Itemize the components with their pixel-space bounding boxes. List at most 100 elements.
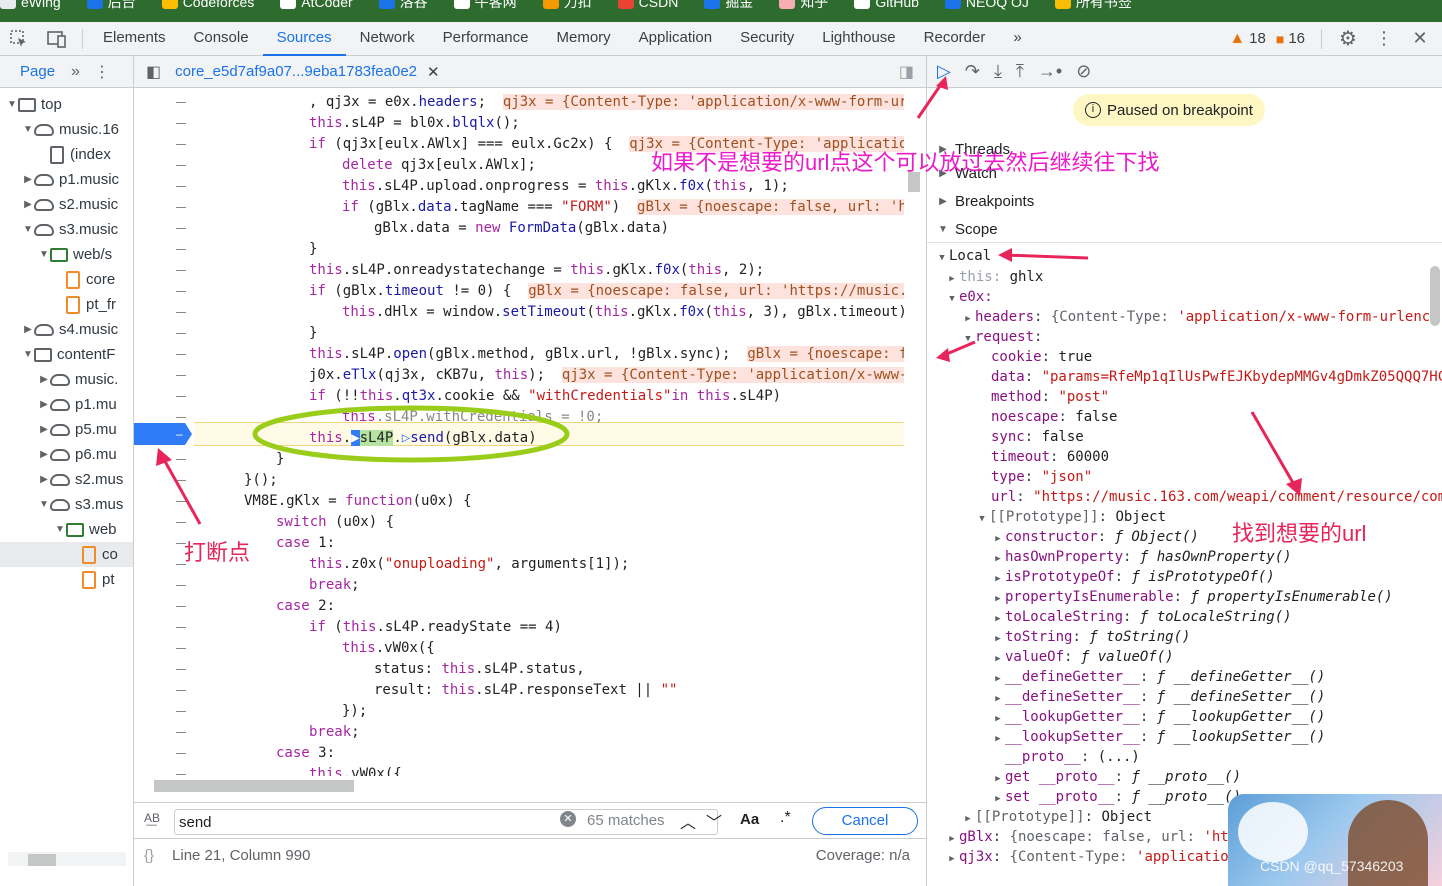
step-icon[interactable]: →• bbox=[1038, 61, 1062, 82]
expanded-arrow-icon[interactable]: ▼ bbox=[22, 224, 34, 235]
close-devtools-icon[interactable]: ✕ bbox=[1404, 22, 1436, 56]
navigator-tab-page[interactable]: Page bbox=[0, 63, 61, 80]
tab-memory[interactable]: Memory bbox=[543, 22, 625, 56]
bookmark-item[interactable]: 力扣 bbox=[542, 0, 592, 12]
tree-item[interactable]: ▶ p5.mu bbox=[0, 417, 133, 442]
collapsed-arrow-icon[interactable]: ▶ bbox=[38, 474, 50, 485]
bookmark-item[interactable]: 掘金 bbox=[704, 0, 753, 12]
gutter-line-mark[interactable] bbox=[176, 501, 186, 502]
expanded-arrow-icon[interactable]: ▼ bbox=[54, 524, 66, 535]
collapsed-arrow-icon[interactable]: ▶ bbox=[38, 399, 50, 410]
code-area[interactable]: , qj3x = e0x.headers; qj3x = {Content-Ty… bbox=[194, 88, 904, 776]
bookmark-item[interactable]: GitHub bbox=[854, 0, 919, 10]
bookmark-item[interactable]: 后台 bbox=[86, 0, 136, 12]
scope-row[interactable]: ▶ headers: {Content-Type: 'application/x-… bbox=[961, 307, 1438, 327]
gutter-line-mark[interactable] bbox=[176, 606, 186, 607]
gutter-line-mark[interactable] bbox=[176, 186, 186, 187]
gutter-line-mark[interactable] bbox=[176, 396, 186, 397]
gutter-line-mark[interactable] bbox=[176, 480, 186, 481]
more-tabs-button[interactable]: » bbox=[999, 22, 1035, 56]
toggle-navigator-icon[interactable]: ◧ bbox=[134, 62, 161, 82]
collapsed-arrow-icon[interactable]: ▶ bbox=[22, 324, 34, 335]
gutter-line-mark[interactable] bbox=[176, 291, 186, 292]
cancel-search-button[interactable]: Cancel bbox=[812, 807, 918, 835]
match-case-toggle-icon[interactable]: A͟B bbox=[144, 811, 160, 825]
scope-row[interactable]: ▶ qj3x: {Content-Type: 'application bbox=[945, 847, 1237, 867]
bookmark-item[interactable]: CSDN bbox=[617, 0, 678, 10]
step-into-icon[interactable]: ⤓ bbox=[994, 61, 1002, 82]
gutter-line-mark[interactable] bbox=[176, 585, 186, 586]
bookmark-item[interactable]: 洛谷 bbox=[378, 0, 428, 12]
scope-row[interactable]: ▶ gBlx: {noescape: false, url: 'htt bbox=[945, 827, 1237, 847]
collapsed-arrow-icon[interactable]: ▶ bbox=[38, 374, 50, 385]
scope-row[interactable]: ▶ __lookupGetter__: ƒ __lookupGetter__() bbox=[991, 707, 1325, 727]
tree-item[interactable]: pt_fr bbox=[0, 292, 133, 317]
gutter-line-mark[interactable] bbox=[176, 648, 186, 649]
expanded-arrow-icon[interactable]: ▼ bbox=[6, 99, 18, 110]
step-over-icon[interactable]: ↷ bbox=[965, 61, 980, 82]
scope-row[interactable]: ▶ toString: ƒ toString() bbox=[991, 627, 1190, 647]
scope-local[interactable]: ▼ Local bbox=[935, 246, 991, 266]
collapsed-arrow-icon[interactable]: ▶ bbox=[22, 174, 34, 185]
expanded-arrow-icon[interactable]: ▼ bbox=[22, 349, 34, 360]
scope-row[interactable]: ▶ __defineGetter__: ƒ __defineGetter__() bbox=[991, 667, 1325, 687]
gutter-line-mark[interactable] bbox=[176, 669, 186, 670]
tree-item[interactable]: ▶ s2.music bbox=[0, 192, 133, 217]
gutter-line-mark[interactable] bbox=[176, 165, 186, 166]
resume-icon[interactable]: ▷ bbox=[937, 61, 951, 82]
gutter-line-mark[interactable] bbox=[176, 354, 186, 355]
editor-horizontal-scrollbar[interactable] bbox=[142, 778, 902, 792]
settings-gear-icon[interactable]: ⚙ bbox=[1332, 22, 1364, 56]
bookmark-item[interactable]: AtCoder bbox=[280, 0, 353, 10]
pretty-print-icon[interactable]: {} bbox=[134, 847, 154, 864]
errors-badge[interactable]: ▲ 18 bbox=[1229, 30, 1266, 48]
bookmark-item[interactable]: 所有书签 bbox=[1054, 0, 1132, 12]
section-scope[interactable]: ▼ Scope bbox=[937, 216, 998, 242]
gutter-line-mark[interactable] bbox=[176, 270, 186, 271]
expanded-arrow-icon[interactable]: ▼ bbox=[38, 249, 50, 260]
tree-item[interactable]: ▶ s4.music bbox=[0, 317, 133, 342]
tree-item[interactable]: pt bbox=[0, 567, 133, 592]
gutter-line-mark[interactable] bbox=[176, 711, 186, 712]
gutter-line-mark[interactable] bbox=[176, 459, 186, 460]
previous-match-icon[interactable]: ︿ bbox=[680, 809, 696, 833]
inspect-element-icon[interactable] bbox=[0, 22, 38, 56]
tree-item[interactable]: ▼ top bbox=[0, 92, 133, 117]
navigator-more-tabs[interactable]: » bbox=[61, 63, 90, 81]
gutter-line-mark[interactable] bbox=[176, 774, 186, 775]
close-tab-icon[interactable]: ✕ bbox=[427, 63, 440, 81]
tree-item[interactable]: core bbox=[0, 267, 133, 292]
tree-item[interactable]: ▶ s2.mus bbox=[0, 467, 133, 492]
match-case-button[interactable]: Aa bbox=[740, 811, 759, 828]
gutter-line-mark[interactable] bbox=[176, 228, 186, 229]
tab-elements[interactable]: Elements bbox=[89, 22, 180, 56]
navigator-scrollbar-thumb[interactable] bbox=[28, 854, 56, 866]
gutter-line-mark[interactable] bbox=[176, 417, 186, 418]
scope-row[interactable]: ▼ request: bbox=[961, 327, 1042, 347]
device-toolbar-icon[interactable] bbox=[38, 22, 76, 56]
bookmark-item[interactable]: 牛客网 bbox=[453, 0, 517, 12]
gutter-line-mark[interactable] bbox=[176, 375, 186, 376]
more-options-icon[interactable]: ⋮ bbox=[1368, 22, 1400, 56]
scope-row[interactable]: ▶ propertyIsEnumerable: ƒ propertyIsEnume… bbox=[991, 587, 1392, 607]
tab-console[interactable]: Console bbox=[180, 22, 263, 56]
scope-row[interactable]: ▶ isPrototypeOf: ƒ isPrototypeOf() bbox=[991, 567, 1274, 587]
bookmark-item[interactable]: Codeforces bbox=[161, 0, 254, 10]
step-out-icon[interactable]: ⤒ bbox=[1016, 61, 1024, 82]
breakpoint-marker[interactable]: – bbox=[134, 423, 192, 445]
scope-row[interactable]: ▶ [[Prototype]]: Object bbox=[961, 807, 1152, 827]
scope-row[interactable]: ▶ get __proto__: ƒ __proto__() bbox=[991, 767, 1241, 787]
scope-scrollbar-thumb[interactable] bbox=[1430, 266, 1440, 326]
tree-item[interactable]: ▼ s3.mus bbox=[0, 492, 133, 517]
toggle-debugger-icon[interactable]: ◨ bbox=[899, 62, 926, 82]
scope-row[interactable]: ▶ constructor: ƒ Object() bbox=[991, 527, 1199, 547]
scope-row[interactable]: ▶ set __proto__: ƒ __proto__() bbox=[991, 787, 1241, 807]
gutter-line-mark[interactable] bbox=[176, 732, 186, 733]
tree-item[interactable]: ▼ contentF bbox=[0, 342, 133, 367]
editor-vertical-scrollbar[interactable] bbox=[906, 96, 922, 776]
warnings-badge[interactable]: ■ 16 bbox=[1276, 30, 1305, 47]
gutter-line-mark[interactable] bbox=[176, 753, 186, 754]
tab-application[interactable]: Application bbox=[625, 22, 726, 56]
tree-item[interactable]: ▼ s3.music bbox=[0, 217, 133, 242]
tab-performance[interactable]: Performance bbox=[429, 22, 543, 56]
